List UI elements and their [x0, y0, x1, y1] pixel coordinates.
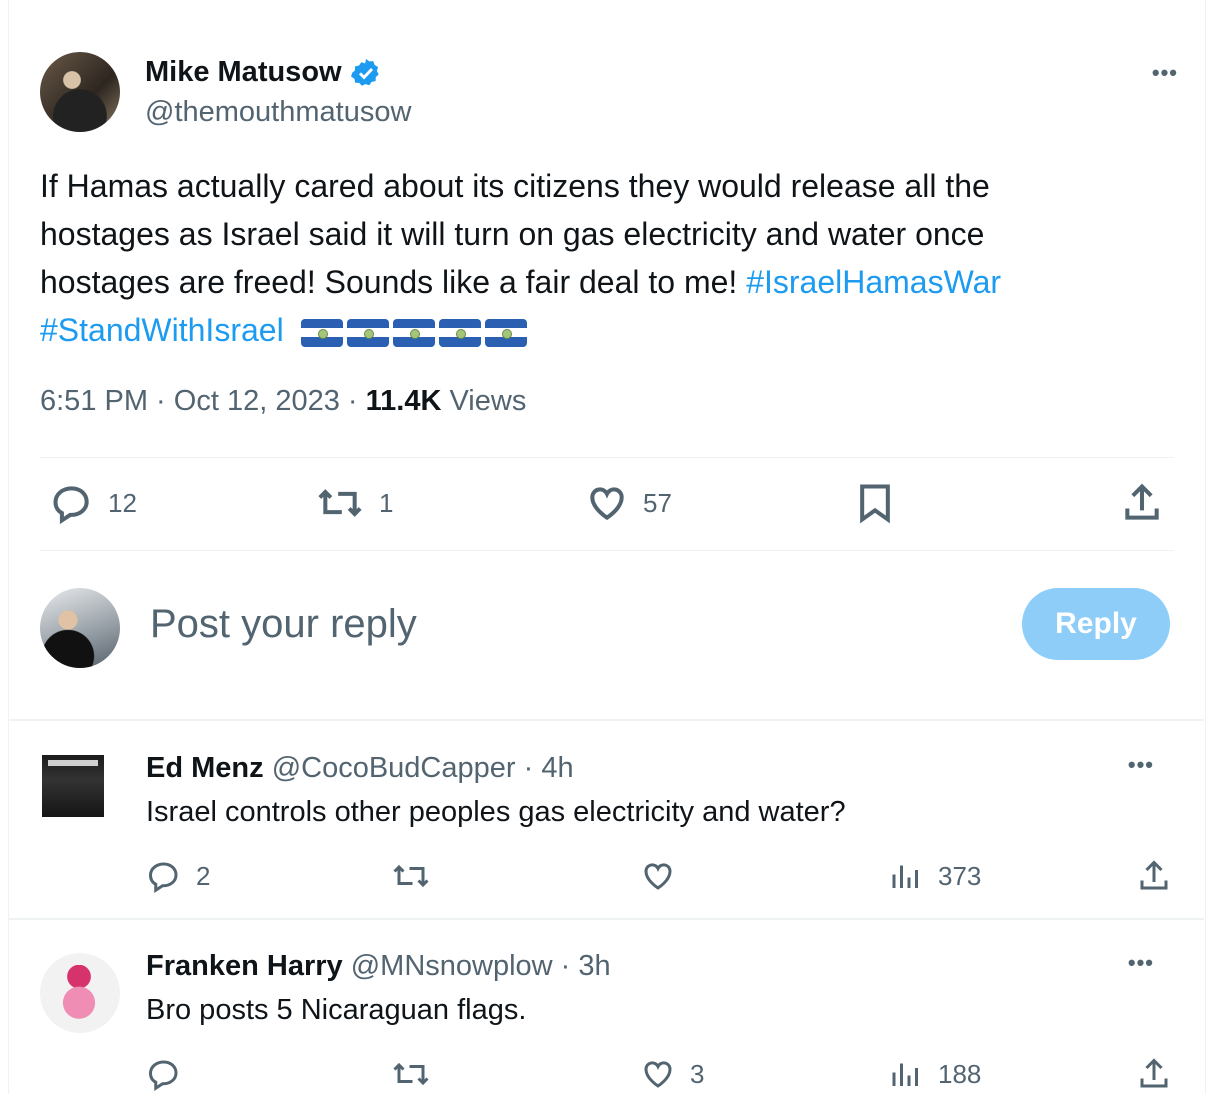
reply-author-handle[interactable]: @MNsnowplow	[351, 950, 553, 982]
reply-button[interactable]: Reply	[1022, 588, 1170, 660]
views-action[interactable]: 373	[888, 858, 981, 894]
bookmark-icon	[860, 484, 890, 524]
repost-count: 1	[379, 487, 394, 518]
repost-icon	[318, 489, 362, 517]
reply-actions: 3 188	[146, 1056, 1176, 1096]
tweet-text: If Hamas actually cared about its citize…	[40, 162, 1120, 354]
reply-header: Franken Harry @MNsnowplow · 3h	[146, 950, 611, 982]
tweet-time[interactable]: 6:51 PM	[40, 385, 148, 417]
reply-author-avatar[interactable]	[40, 953, 120, 1033]
heart-icon	[644, 1061, 672, 1088]
views-action[interactable]: 188	[888, 1056, 981, 1092]
reply-author-handle[interactable]: @CocoBudCapper	[272, 752, 516, 784]
divider	[40, 457, 1174, 458]
nicaragua-flags	[300, 318, 527, 347]
current-user-avatar[interactable]	[40, 588, 120, 668]
repost-action[interactable]	[391, 858, 445, 894]
repost-icon	[393, 1062, 429, 1086]
verified-badge-icon	[350, 58, 379, 86]
reply-count: 2	[196, 860, 211, 891]
author-name[interactable]: Mike Matusow	[145, 56, 342, 89]
reply-composer: Post your reply Reply	[40, 588, 1170, 668]
share-icon	[1140, 860, 1168, 890]
hashtag-link[interactable]: #IsraelHamasWar	[746, 264, 1001, 300]
reply-action[interactable]: 2	[146, 858, 210, 894]
views-label: Views	[449, 385, 527, 417]
reply-time[interactable]: 3h	[578, 950, 610, 982]
tweet-actions: 12 1 57	[40, 475, 1174, 535]
nicaragua-flag-icon	[392, 318, 435, 347]
share-action[interactable]	[1136, 1056, 1172, 1092]
like-action[interactable]: 3	[640, 1056, 704, 1092]
tweet-date[interactable]: Oct 12, 2023	[174, 385, 340, 417]
author-avatar[interactable]	[40, 52, 120, 132]
reply-input[interactable]: Post your reply	[150, 602, 417, 647]
analytics-icon	[892, 1063, 918, 1086]
nicaragua-flag-icon	[346, 318, 389, 347]
reply-icon	[148, 862, 178, 894]
reply-header: Ed Menz @CocoBudCapper · 4h	[146, 752, 574, 784]
bookmark-action[interactable]	[853, 481, 897, 525]
more-options-icon[interactable]: •••	[1128, 950, 1154, 976]
reply-action[interactable]: 12	[50, 481, 137, 525]
divider	[40, 550, 1174, 551]
heart-icon	[644, 863, 672, 890]
repost-icon	[393, 864, 429, 888]
share-icon	[1125, 483, 1159, 520]
franken-berry-logo	[54, 965, 104, 1023]
reply-author-avatar[interactable]	[42, 755, 104, 817]
tweet-meta: 6:51 PM · Oct 12, 2023 · 11.4K Views	[40, 385, 527, 417]
author-handle[interactable]: @themouthmatusow	[145, 96, 411, 129]
reply-text: Bro posts 5 Nicaraguan flags.	[146, 994, 527, 1026]
author-name-row[interactable]: Mike Matusow	[145, 56, 382, 89]
repost-action[interactable]: 1	[315, 481, 393, 525]
nicaragua-flag-icon	[484, 318, 527, 347]
hashtag-link[interactable]: #StandWithIsrael	[40, 312, 284, 348]
more-options-icon[interactable]: •••	[1152, 60, 1178, 86]
reply-author-name[interactable]: Ed Menz	[146, 752, 264, 784]
tweet-header: Mike Matusow @themouthmatusow •••	[40, 52, 1230, 132]
view-count: 188	[938, 1058, 982, 1089]
nicaragua-flag-icon	[300, 318, 343, 347]
view-count: 373	[938, 860, 982, 891]
like-count: 3	[690, 1058, 705, 1089]
reply-text: Israel controls other peoples gas electr…	[146, 796, 846, 828]
reply-icon	[53, 486, 89, 525]
like-action[interactable]	[640, 858, 690, 894]
reply-post[interactable]: Franken Harry @MNsnowplow · 3h ••• Bro p…	[0, 920, 1196, 1116]
share-action[interactable]	[1136, 858, 1172, 894]
like-count: 57	[643, 487, 672, 518]
more-options-icon[interactable]: •••	[1128, 752, 1154, 778]
share-icon	[1140, 1058, 1168, 1088]
heart-icon	[590, 487, 624, 521]
views-count: 11.4K	[365, 385, 442, 417]
reply-action[interactable]	[146, 1056, 196, 1092]
reply-icon	[148, 1060, 178, 1092]
reply-author-name[interactable]: Franken Harry	[146, 950, 343, 982]
like-action[interactable]: 57	[585, 481, 672, 525]
reply-count: 12	[108, 487, 137, 518]
repost-action[interactable]	[391, 1056, 445, 1092]
reply-time[interactable]: 4h	[541, 752, 573, 784]
share-action[interactable]	[1120, 481, 1164, 525]
reply-post[interactable]: Ed Menz @CocoBudCapper · 4h ••• Israel c…	[0, 722, 1196, 918]
analytics-icon	[892, 865, 918, 888]
nicaragua-flag-icon	[438, 318, 481, 347]
reply-actions: 2 373	[146, 858, 1176, 898]
divider	[8, 719, 1204, 721]
